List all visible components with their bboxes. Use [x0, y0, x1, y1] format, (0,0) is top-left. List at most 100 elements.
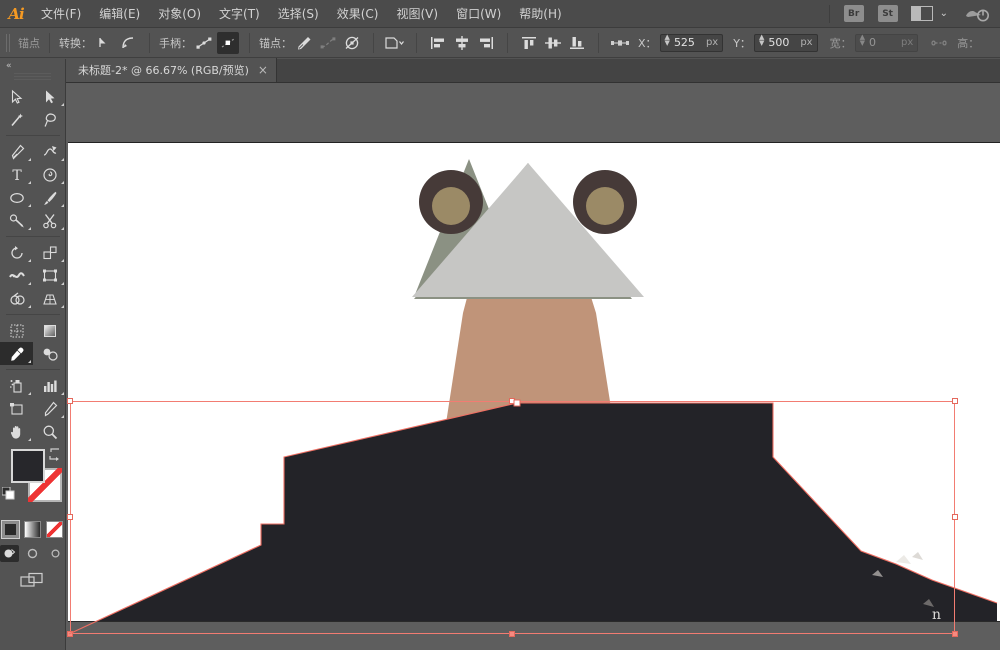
- fill-swatch[interactable]: [11, 449, 45, 483]
- draw-behind[interactable]: [23, 545, 42, 562]
- document-tab-bar: 未标题-2* @ 66.67% (RGB/预览) ×: [66, 59, 1000, 83]
- mode-none[interactable]: [46, 521, 63, 538]
- close-icon[interactable]: ×: [258, 63, 268, 77]
- tool-slice[interactable]: [33, 397, 66, 420]
- tool-width[interactable]: [0, 264, 33, 287]
- cloud-sync-icon[interactable]: [964, 5, 990, 23]
- x-stepper[interactable]: ▲▼: [665, 37, 670, 49]
- menu-window[interactable]: 窗口(W): [447, 0, 510, 28]
- show-handles-icon[interactable]: [193, 32, 215, 54]
- silhouette-shape: n: [69, 403, 997, 650]
- tool-mesh[interactable]: [0, 319, 33, 342]
- x-input[interactable]: [674, 36, 704, 49]
- tool-magic-wand[interactable]: [0, 108, 33, 131]
- tool-type[interactable]: T: [0, 163, 33, 186]
- shape-options-icon[interactable]: [384, 32, 406, 54]
- tool-selection[interactable]: [0, 85, 33, 108]
- bridge-icon[interactable]: Br: [844, 5, 864, 22]
- tool-curvature[interactable]: [33, 140, 66, 163]
- y-input[interactable]: [768, 36, 798, 49]
- height-label: 高：: [957, 35, 979, 51]
- tool-flyout-indicator: [28, 227, 31, 230]
- tool-artboard[interactable]: [0, 397, 33, 420]
- tool-scissors[interactable]: [33, 209, 66, 232]
- menubar-divider: [829, 5, 830, 23]
- tools-panel-drag-handle[interactable]: [14, 73, 51, 81]
- tool-eyedropper[interactable]: [0, 342, 33, 365]
- tool-scale[interactable]: [33, 241, 66, 264]
- tool-symbol-sprayer[interactable]: [0, 374, 33, 397]
- ear-right-inner: [586, 187, 624, 225]
- tool-lasso[interactable]: [33, 108, 66, 131]
- tool-pen[interactable]: [0, 140, 33, 163]
- menu-type[interactable]: 文字(T): [210, 0, 269, 28]
- menu-file[interactable]: 文件(F): [32, 0, 90, 28]
- width-stepper[interactable]: ▲▼: [860, 37, 865, 49]
- transform-ref-icon[interactable]: [609, 32, 631, 54]
- tool-flyout-indicator: [28, 259, 31, 262]
- menu-view[interactable]: 视图(V): [387, 0, 447, 28]
- document-tab[interactable]: 未标题-2* @ 66.67% (RGB/预览) ×: [66, 58, 277, 82]
- tool-perspective-grid[interactable]: [33, 287, 66, 310]
- collapse-panel-icon[interactable]: «: [6, 61, 11, 71]
- draw-inside[interactable]: [46, 545, 65, 562]
- artwork[interactable]: n: [66, 83, 1000, 650]
- tool-pencil[interactable]: [0, 209, 33, 232]
- hide-handles-icon[interactable]: [217, 32, 239, 54]
- menu-object[interactable]: 对象(O): [149, 0, 210, 28]
- align-center-vertical-icon[interactable]: [542, 32, 564, 54]
- draw-normal[interactable]: [0, 545, 19, 562]
- swap-fill-stroke-icon[interactable]: [48, 447, 62, 461]
- tool-paintbrush[interactable]: [33, 186, 66, 209]
- align-center-horizontal-icon[interactable]: [451, 32, 473, 54]
- convert-to-corner-icon[interactable]: [93, 32, 115, 54]
- canvas-area[interactable]: n: [66, 83, 1000, 650]
- control-bar-grip[interactable]: [6, 34, 11, 52]
- menu-select[interactable]: 选择(S): [269, 0, 328, 28]
- tool-shape-builder[interactable]: [0, 287, 33, 310]
- align-left-icon[interactable]: [427, 32, 449, 54]
- stock-icon[interactable]: St: [878, 5, 898, 22]
- mode-gradient[interactable]: [24, 521, 41, 538]
- tool-flyout-indicator: [61, 392, 64, 395]
- width-input[interactable]: [869, 36, 899, 49]
- tool-column-graph[interactable]: [33, 374, 66, 397]
- x-field[interactable]: ▲▼ px: [660, 34, 724, 52]
- connect-anchors-icon[interactable]: [317, 32, 339, 54]
- convert-to-smooth-icon[interactable]: [117, 32, 139, 54]
- cut-path-icon[interactable]: [341, 32, 363, 54]
- tool-ellipse[interactable]: [0, 186, 33, 209]
- link-dimensions-icon[interactable]: [928, 32, 950, 54]
- tool-spiral[interactable]: [33, 163, 66, 186]
- tool-gradient[interactable]: [33, 319, 66, 342]
- change-screen-mode-icon[interactable]: [0, 572, 65, 592]
- tool-direct-selection[interactable]: [33, 85, 66, 108]
- y-stepper[interactable]: ▲▼: [759, 37, 764, 49]
- tool-flyout-indicator: [28, 438, 31, 441]
- workspace-switcher-icon[interactable]: ⌄: [911, 6, 948, 21]
- tool-flyout-indicator: [28, 392, 31, 395]
- selection-type-label: 锚点: [18, 35, 40, 51]
- remove-anchor-icon[interactable]: [293, 32, 315, 54]
- tool-hand[interactable]: [0, 420, 33, 443]
- tool-divider: [6, 369, 60, 370]
- align-top-icon[interactable]: [518, 32, 540, 54]
- menu-help[interactable]: 帮助(H): [510, 0, 570, 28]
- width-field[interactable]: ▲▼ px: [855, 34, 919, 52]
- tool-divider: [6, 314, 60, 315]
- menu-edit[interactable]: 编辑(E): [90, 0, 149, 28]
- y-field[interactable]: ▲▼ px: [754, 34, 818, 52]
- tool-free-transform[interactable]: [33, 264, 66, 287]
- align-bottom-icon[interactable]: [566, 32, 588, 54]
- mode-color[interactable]: [2, 521, 19, 538]
- app-logo[interactable]: Ai: [0, 0, 32, 28]
- tool-blend[interactable]: [33, 342, 66, 365]
- default-fill-stroke-icon[interactable]: [2, 487, 15, 500]
- menu-effect[interactable]: 效果(C): [328, 0, 388, 28]
- tool-flyout-indicator: [61, 305, 64, 308]
- tool-zoom[interactable]: [33, 420, 66, 443]
- divider: [149, 33, 150, 53]
- align-right-icon[interactable]: [475, 32, 497, 54]
- tool-rotate[interactable]: [0, 241, 33, 264]
- tools-panel-header[interactable]: «: [0, 59, 65, 73]
